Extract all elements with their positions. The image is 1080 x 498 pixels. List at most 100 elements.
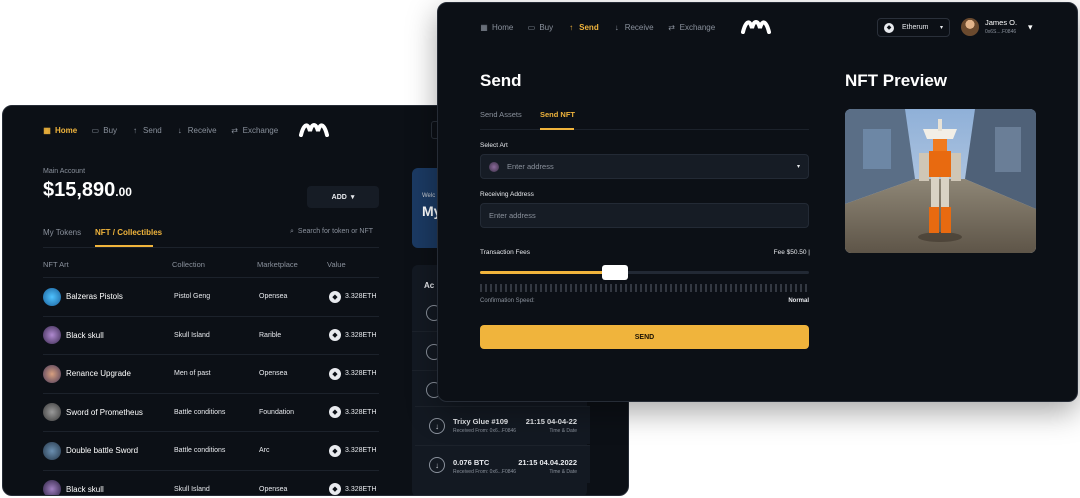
brand-logo — [741, 20, 771, 34]
ethereum-icon: ◆ — [329, 367, 341, 380]
nft-thumbnail — [43, 403, 61, 421]
nav-send[interactable]: ↑ Send — [131, 126, 162, 135]
welcome-label: Welc — [422, 193, 436, 199]
table-row[interactable]: Renance Upgrade Men of past Opensea ◆ 3.328E… — [43, 354, 379, 392]
search-input[interactable]: ⌕ Search for token or NFT — [290, 228, 373, 236]
top-nav: ▦ Home ▭ Buy ↑ Send ↓ Receive ⇄ Exchange — [43, 126, 278, 135]
receiving-address-input[interactable]: Enter address — [480, 203, 809, 228]
page-title: Send — [480, 71, 522, 90]
card-icon: ▭ — [527, 22, 536, 32]
tab-my-tokens[interactable]: My Tokens — [43, 228, 81, 237]
table-row[interactable]: Balzeras Pistols Pistol Geng Opensea ◆ 3.328… — [43, 277, 379, 315]
table-row[interactable]: Black skull Skull Island Rarible ◆ 3.328ETH — [43, 315, 379, 354]
speed-value: Normal — [788, 298, 809, 304]
user-menu-chevron-icon[interactable]: ▾ — [1028, 22, 1033, 33]
grid-icon: ▦ — [480, 22, 488, 32]
nav-exchange[interactable]: ⇄ Exchange — [668, 22, 715, 32]
slider-thumb[interactable] — [601, 265, 628, 280]
arrow-up-icon: ↑ — [133, 125, 138, 135]
arrow-up-icon: ↑ — [569, 22, 574, 32]
nft-name: Balzeras Pistols — [66, 292, 123, 301]
nav-receive[interactable]: ↓ Receive — [613, 23, 654, 32]
nft-marketplace: Rarible — [259, 331, 282, 339]
nav-buy[interactable]: ▭ Buy — [91, 126, 117, 135]
balance: $15,890.00 — [43, 179, 132, 201]
table-row[interactable]: Sword of Prometheus Battle conditions Foun… — [43, 392, 379, 431]
activity-item-from: Received From: 0x6...F0846 — [453, 469, 517, 475]
fee-value: Fee $50.50 | — [773, 249, 810, 256]
nav-send[interactable]: ↑ Send — [567, 23, 599, 32]
tab-send-assets[interactable]: Send Assets — [480, 110, 522, 119]
fee-slider[interactable] — [480, 265, 809, 280]
nft-name: Renance Upgrade — [66, 369, 131, 378]
card-icon: ▭ — [91, 125, 100, 135]
speed-label: Confirmation Speed: — [480, 298, 535, 304]
network-label: Etherum — [902, 24, 929, 31]
nav-buy[interactable]: ▭ Buy — [527, 22, 554, 32]
activity-item[interactable]: ↓ 0.076 BTC Received From: 0x6...F0846 2… — [415, 445, 590, 483]
select-art-dropdown[interactable]: Enter address ▾ — [480, 154, 809, 179]
avatar[interactable] — [961, 18, 979, 36]
nav-exchange[interactable]: ⇄ Exchange — [231, 125, 278, 135]
arrow-down-icon: ↓ — [177, 125, 182, 135]
nft-name: Black skull — [66, 484, 104, 494]
nft-name: Black skull — [66, 330, 104, 340]
tab-send-nft[interactable]: Send NFT — [540, 110, 575, 119]
nft-collection: Pistol Geng — [174, 293, 211, 300]
exchange-icon: ⇄ — [668, 22, 675, 32]
nav-receive[interactable]: ↓ Receive — [176, 126, 217, 135]
nft-value: 3.328ETH — [345, 370, 377, 377]
select-art-label: Select Art — [480, 142, 508, 149]
network-select[interactable]: ◆ Etherum ▾ — [877, 18, 950, 37]
account-label: Main Account — [43, 168, 86, 175]
nft-value: 3.328ETH — [345, 331, 377, 339]
nft-collection: Skull Island — [174, 485, 210, 493]
col-collection: Collection — [172, 260, 205, 269]
activity-item[interactable]: ↓ Trixy Glue #109 Received From: 0x6...F… — [415, 406, 590, 444]
exchange-icon: ⇄ — [231, 125, 238, 135]
slider-ticks — [480, 284, 807, 292]
search-icon: ⌕ — [290, 228, 294, 235]
arrow-down-icon: ↓ — [614, 22, 619, 32]
chevron-down-icon: ▾ — [796, 164, 800, 170]
activity-item-time-label: Time & Date — [549, 428, 577, 434]
ethereum-icon: ◆ — [329, 444, 341, 457]
nft-collection: Battle conditions — [174, 408, 226, 416]
nav-home[interactable]: ▦ Home — [480, 23, 513, 32]
send-window: ▦ Home ▭ Buy ↑ Send ↓ Receive ⇄ Exchange ◆ Et… — [437, 2, 1078, 402]
ethereum-icon: ◆ — [329, 329, 341, 341]
nft-thumbnail — [43, 364, 61, 383]
nft-thumbnail — [43, 326, 61, 344]
arrow-down-icon: ↓ — [429, 418, 445, 434]
nft-name: Double battle Sword — [66, 446, 139, 455]
add-button[interactable]: ADD ▾ — [307, 186, 379, 208]
send-button[interactable]: SEND — [480, 325, 809, 349]
divider — [480, 129, 809, 130]
ethereum-icon: ◆ — [329, 483, 341, 495]
activity-title: Ac — [424, 281, 435, 290]
ethereum-icon: ◆ — [329, 290, 341, 303]
tab-underline — [540, 128, 574, 130]
top-nav: ▦ Home ▭ Buy ↑ Send ↓ Receive ⇄ Exchange — [480, 23, 715, 32]
tab-nft[interactable]: NFT / Collectibles — [95, 228, 162, 237]
nft-collection: Men of past — [174, 370, 211, 377]
arrow-down-icon: ↓ — [429, 457, 445, 473]
nft-value: 3.328ETH — [345, 485, 377, 493]
nft-marketplace: Opensea — [259, 485, 288, 493]
user-name: James O. — [985, 18, 1018, 27]
nft-thumbnail — [43, 441, 61, 460]
nft-name: Sword of Prometheus — [66, 407, 143, 417]
chevron-down-icon: ▾ — [939, 25, 943, 31]
fees-label: Transaction Fees — [480, 249, 530, 256]
nav-home[interactable]: ▦ Home — [43, 126, 77, 135]
table-row[interactable]: Black skull Skull Island Opensea ◆ 3.328ETH — [43, 469, 379, 495]
activity-item-title: 0.076 BTC — [453, 458, 490, 467]
preview-title: NFT Preview — [845, 71, 948, 90]
nft-value: 3.328ETH — [345, 447, 377, 454]
nft-thumbnail — [43, 480, 61, 495]
nft-marketplace: Arc — [259, 447, 270, 454]
nft-preview-image — [845, 109, 1036, 253]
nft-value: 3.328ETH — [345, 293, 377, 300]
table-row[interactable]: Double battle Sword Battle conditions Arc ◆… — [43, 431, 379, 469]
nft-collection: Skull Island — [174, 331, 210, 339]
